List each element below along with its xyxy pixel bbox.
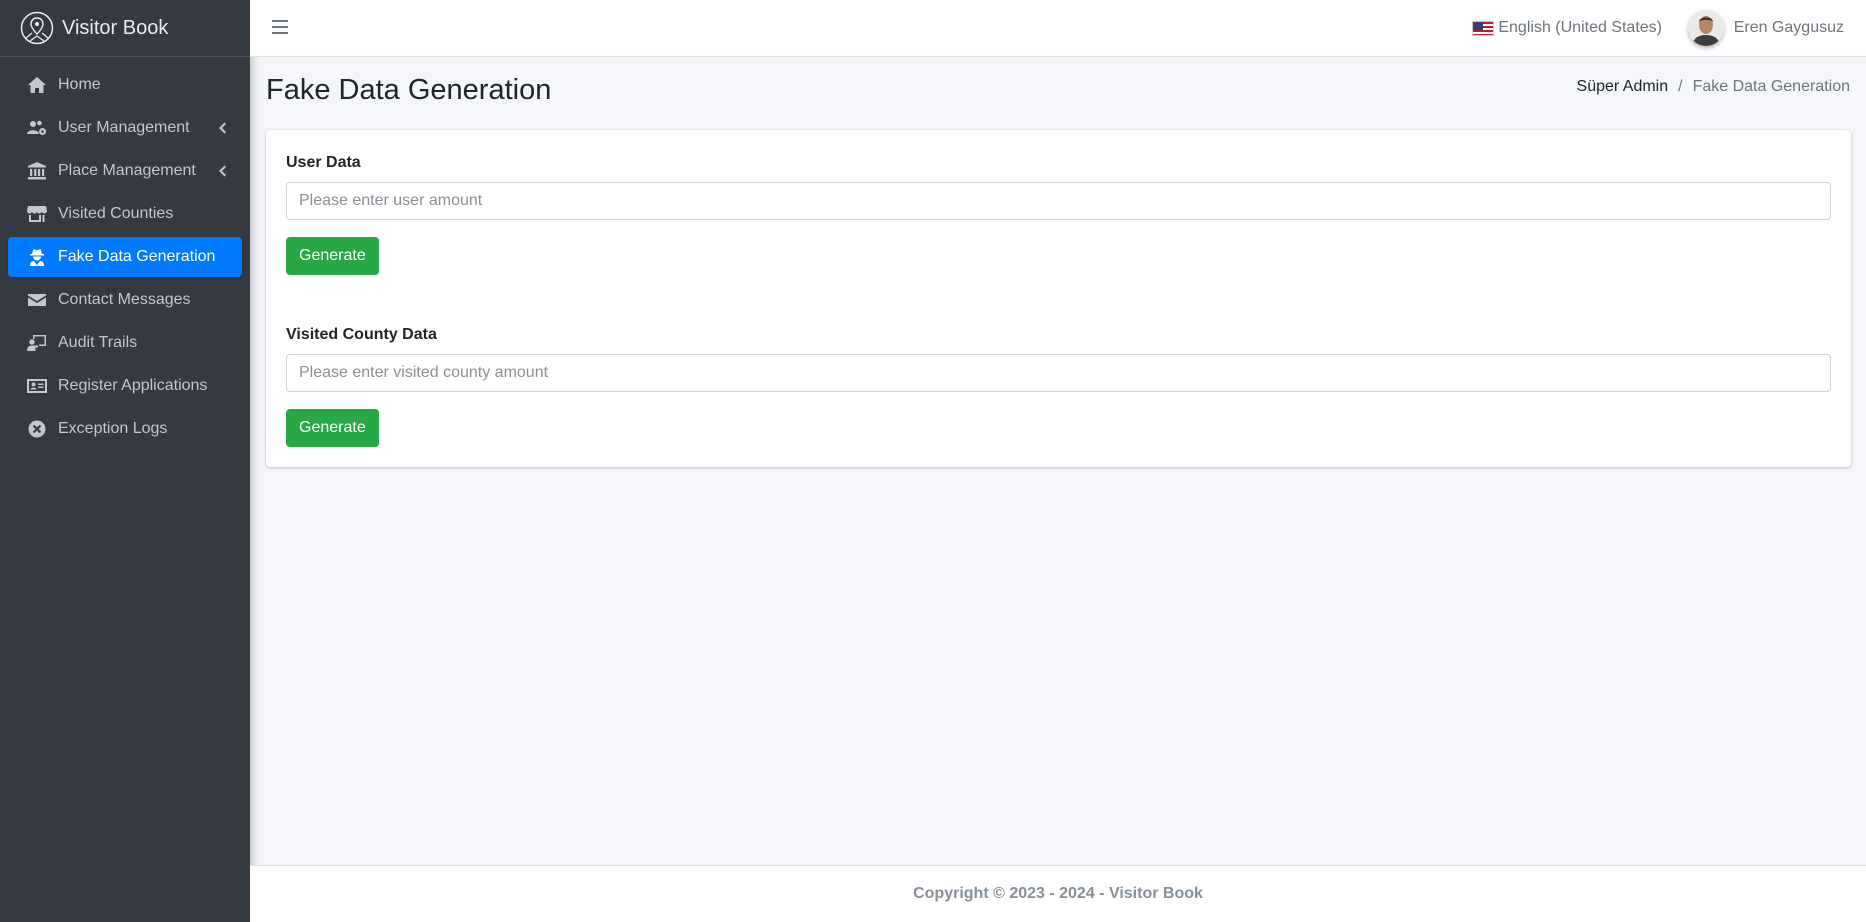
- sidebar-item-visited-counties[interactable]: Visited Counties: [8, 194, 242, 234]
- user-name: Eren Gaygusuz: [1733, 19, 1844, 36]
- sidebar-item-label: Register Applications: [58, 377, 208, 394]
- breadcrumb-link-super-admin[interactable]: Süper Admin: [1577, 78, 1669, 96]
- sidebar-item-label: Place Management: [58, 162, 196, 179]
- sidebar-item-place-management[interactable]: Place Management: [8, 151, 242, 191]
- user-secret-icon: [26, 247, 48, 267]
- copyright-text: Copyright © 2023 - 2024 - Visitor Book: [913, 885, 1203, 902]
- sidebar: Visitor Book Home User Management Place …: [0, 0, 250, 922]
- sidebar-item-user-management[interactable]: User Management: [8, 108, 242, 148]
- footer: Copyright © 2023 - 2024 - Visitor Book: [250, 865, 1866, 922]
- breadcrumb-current: Fake Data Generation: [1692, 78, 1850, 95]
- page-title: Fake Data Generation: [266, 74, 552, 106]
- users-cog-icon: [26, 118, 48, 138]
- sidebar-item-label: Fake Data Generation: [58, 248, 216, 265]
- visited-county-data-label: Visited County Data: [286, 326, 437, 343]
- sidebar-item-label: Visited Counties: [58, 205, 174, 222]
- sidebar-item-label: Exception Logs: [58, 420, 168, 437]
- sidebar-item-label: Home: [58, 76, 101, 93]
- store-icon: [26, 204, 48, 224]
- avatar: [1687, 10, 1724, 46]
- language-selector[interactable]: English (United States): [1472, 19, 1662, 37]
- sidebar-item-exception-logs[interactable]: Exception Logs: [8, 409, 242, 449]
- brand-link[interactable]: Visitor Book: [0, 0, 250, 57]
- visitor-book-logo-icon: [20, 11, 54, 45]
- generate-visited-counties-button[interactable]: Generate: [286, 409, 379, 447]
- chalkboard-user-icon: [26, 333, 48, 353]
- home-icon: [26, 75, 48, 95]
- times-circle-icon: [26, 419, 48, 439]
- breadcrumb-separator: /: [1678, 78, 1683, 95]
- brand-name: Visitor Book: [62, 16, 169, 39]
- user-amount-input[interactable]: [286, 182, 1831, 220]
- user-menu[interactable]: Eren Gaygusuz: [1687, 10, 1844, 46]
- us-flag-icon: [1472, 20, 1495, 36]
- envelope-icon: [26, 290, 48, 310]
- sidebar-item-audit-trails[interactable]: Audit Trails: [8, 323, 242, 363]
- sidebar-item-label: Contact Messages: [58, 291, 191, 308]
- sidebar-item-register-applications[interactable]: Register Applications: [8, 366, 242, 406]
- sidebar-item-contact-messages[interactable]: Contact Messages: [8, 280, 242, 320]
- top-navbar: English (United States) Eren Gaygusuz: [250, 0, 1866, 57]
- landmark-icon: [26, 161, 48, 181]
- language-label: English (United States): [1498, 19, 1662, 36]
- menu-toggle-icon[interactable]: [272, 20, 288, 36]
- fake-data-card: User Data Generate Visited County Data G…: [266, 130, 1851, 467]
- sidebar-item-home[interactable]: Home: [8, 65, 242, 105]
- sidebar-nav: Home User Management Place Management Vi…: [0, 57, 250, 449]
- sidebar-item-label: Audit Trails: [58, 334, 138, 351]
- sidebar-item-fake-data-generation[interactable]: Fake Data Generation: [8, 237, 242, 277]
- chevron-left-icon: [218, 121, 226, 134]
- breadcrumb: Süper Admin / Fake Data Generation: [1577, 78, 1850, 96]
- id-card-icon: [26, 376, 48, 396]
- generate-users-button[interactable]: Generate: [286, 237, 379, 275]
- visited-county-amount-input[interactable]: [286, 354, 1831, 392]
- user-data-label: User Data: [286, 154, 361, 171]
- sidebar-item-label: User Management: [58, 119, 190, 136]
- chevron-left-icon: [218, 164, 226, 177]
